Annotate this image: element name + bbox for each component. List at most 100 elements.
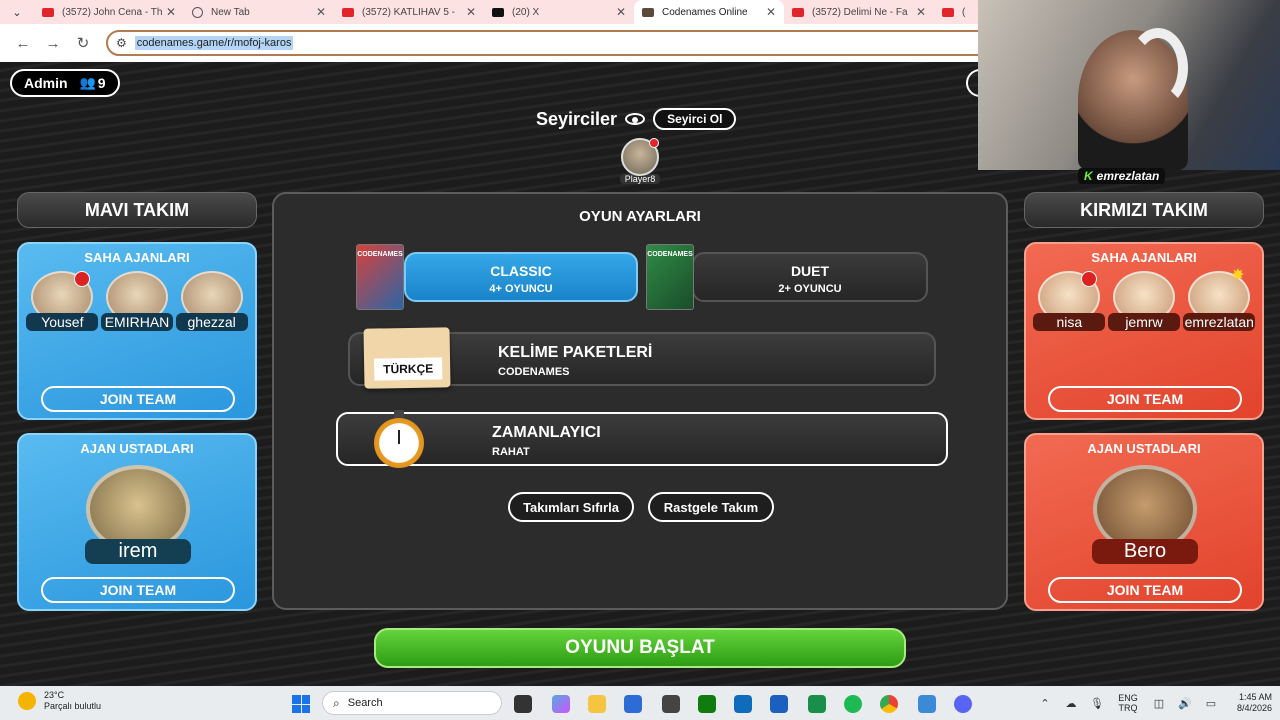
globe-icon bbox=[192, 6, 203, 18]
windows-start-icon[interactable] bbox=[292, 695, 310, 713]
close-icon[interactable]: ✕ bbox=[916, 5, 926, 19]
mode-sub: 4+ OYUNCU bbox=[489, 283, 553, 295]
operatives-list: Yousef EMIRHAN ghezzal bbox=[19, 271, 255, 331]
player-name: emrezlatan bbox=[1182, 313, 1255, 331]
weather-widget[interactable]: 23°C Parçalı bulutlu bbox=[18, 690, 101, 712]
forward-arrow-icon[interactable]: → bbox=[38, 35, 68, 52]
list-item: ghezzal bbox=[175, 271, 248, 331]
tab-search-chevron-icon[interactable]: ⌄ bbox=[0, 0, 34, 24]
close-icon[interactable]: ✕ bbox=[466, 5, 476, 19]
app-icon[interactable] bbox=[662, 695, 680, 713]
outlook-icon[interactable] bbox=[734, 695, 752, 713]
clock-time: 1:45 AM bbox=[1238, 692, 1272, 702]
browser-tab-active[interactable]: Codenames Online ✕ bbox=[634, 0, 784, 24]
close-icon[interactable]: ✕ bbox=[166, 5, 176, 19]
random-teams-button[interactable]: Rastgele Takım bbox=[648, 492, 774, 522]
browser-tab[interactable]: (3 bbox=[934, 0, 974, 24]
lang-top: ENG bbox=[1118, 693, 1138, 703]
game-settings-panel: OYUN AYARLARI CLASSIC 4+ OYUNCU CODENAME… bbox=[272, 192, 1008, 610]
close-icon[interactable]: ✕ bbox=[766, 5, 776, 19]
word-packs-row[interactable]: TÜRKÇE KELİME PAKETLERİ CODENAMES bbox=[348, 327, 936, 389]
search-icon: ⌕ bbox=[333, 695, 340, 710]
mode-classic-button[interactable]: CLASSIC 4+ OYUNCU bbox=[404, 252, 638, 302]
browser-tab[interactable]: (3572) John Cena - Th ✕ bbox=[34, 0, 184, 24]
volume-icon[interactable]: 🔊 bbox=[1172, 697, 1198, 710]
tab-title: (3572) Delimi Ne - Fa bbox=[812, 6, 908, 18]
browser-tab[interactable]: (3572) Delimi Ne - Fa ✕ bbox=[784, 0, 934, 24]
discord-icon[interactable] bbox=[954, 695, 972, 713]
language-indicator[interactable]: ENG TRQ bbox=[1110, 693, 1146, 713]
word-packs-title: KELİME PAKETLERİ bbox=[498, 344, 653, 361]
chrome-icon[interactable] bbox=[880, 695, 898, 713]
browser-tab[interactable]: (3572) KATLIHAV 5 - ✕ bbox=[334, 0, 484, 24]
list-item: EMIRHAN bbox=[100, 271, 173, 331]
mode-duet-button[interactable]: DUET 2+ OYUNCU bbox=[692, 252, 928, 302]
streamer-tag: Kemrezlatan bbox=[1078, 168, 1166, 184]
list-item: nisa bbox=[1033, 271, 1106, 331]
blue-spymasters-card: AJAN USTADLARI irem JOIN TEAM bbox=[17, 433, 257, 611]
store-icon[interactable] bbox=[624, 695, 642, 713]
become-spectator-button[interactable]: Seyirci Ol bbox=[653, 108, 737, 130]
battery-icon[interactable]: ▭ bbox=[1198, 697, 1224, 710]
reload-icon[interactable]: ↻ bbox=[68, 34, 98, 52]
join-team-button[interactable]: JOIN TEAM bbox=[41, 386, 235, 412]
settings-title: OYUN AYARLARI bbox=[579, 208, 701, 225]
box-text: CODENAMES bbox=[357, 251, 403, 258]
browser-tab[interactable]: New Tab ✕ bbox=[184, 0, 334, 24]
copilot-icon[interactable] bbox=[552, 695, 570, 713]
tab-title: (3572) John Cena - Th bbox=[62, 6, 162, 18]
chevron-up-icon[interactable]: ⌃ bbox=[1032, 697, 1058, 710]
address-bar[interactable]: ⚙ codenames.game/r/mofoj-karos bbox=[106, 30, 1066, 56]
tab-title: New Tab bbox=[211, 6, 250, 18]
editor-icon[interactable] bbox=[770, 695, 788, 713]
wifi-icon[interactable]: ◫ bbox=[1146, 697, 1172, 710]
red-spymasters-card: AJAN USTADLARI Bero JOIN TEAM bbox=[1024, 433, 1264, 611]
close-icon[interactable]: ✕ bbox=[616, 5, 626, 19]
join-team-button[interactable]: JOIN TEAM bbox=[1048, 386, 1242, 412]
spymasters-title: AJAN USTADLARI bbox=[1087, 441, 1201, 456]
avatar bbox=[621, 138, 659, 176]
settings-app-icon[interactable] bbox=[918, 695, 936, 713]
headset-shape bbox=[1128, 28, 1188, 108]
weather-icon bbox=[18, 692, 36, 710]
red-operatives-card: SAHA AJANLARI nisa jemrw ✸ emrezlatan JOI… bbox=[1024, 242, 1264, 420]
player-name: EMIRHAN bbox=[100, 313, 173, 331]
timer-row[interactable]: ZAMANLAYICI RAHAT bbox=[336, 410, 948, 468]
back-arrow-icon[interactable]: ← bbox=[8, 35, 38, 52]
microphone-icon[interactable]: 🎙 bbox=[1084, 697, 1110, 710]
site-settings-icon[interactable]: ⚙ bbox=[116, 36, 127, 50]
reset-teams-button[interactable]: Takımları Sıfırla bbox=[508, 492, 634, 522]
close-icon[interactable]: ✕ bbox=[316, 5, 326, 19]
admin-label: Admin bbox=[24, 75, 68, 91]
operatives-title: SAHA AJANLARI bbox=[84, 250, 190, 265]
clock[interactable]: 1:45 AM 8/4/2026 bbox=[1224, 692, 1280, 714]
lang-bottom: TRQ bbox=[1118, 703, 1138, 713]
task-view-icon[interactable] bbox=[514, 695, 532, 713]
webcam-overlay bbox=[978, 0, 1280, 170]
spotify-icon[interactable] bbox=[844, 695, 862, 713]
player-name: nisa bbox=[1033, 313, 1106, 331]
join-team-button[interactable]: JOIN TEAM bbox=[1048, 577, 1242, 603]
star-icon: ✸ bbox=[1231, 267, 1245, 284]
admin-pill[interactable]: Admin 👥 9 bbox=[10, 69, 120, 97]
xbox-icon[interactable] bbox=[698, 695, 716, 713]
url-text[interactable]: codenames.game/r/mofoj-karos bbox=[134, 36, 294, 50]
join-team-button[interactable]: JOIN TEAM bbox=[41, 577, 235, 603]
chat-icon[interactable] bbox=[808, 695, 826, 713]
start-game-button[interactable]: OYUNU BAŞLAT bbox=[374, 628, 906, 668]
weather-temp: 23°C bbox=[44, 690, 65, 700]
taskbar-search[interactable]: ⌕ Search bbox=[322, 691, 502, 715]
weather-desc: Parçalı bulutlu bbox=[44, 701, 102, 711]
file-explorer-icon[interactable] bbox=[588, 695, 606, 713]
player-name: Yousef bbox=[26, 313, 99, 331]
word-packs-value: CODENAMES bbox=[498, 366, 570, 378]
operatives-list: nisa jemrw ✸ emrezlatan bbox=[1026, 267, 1262, 331]
clock-date: 8/4/2026 bbox=[1236, 703, 1272, 713]
x-icon bbox=[492, 7, 504, 17]
browser-tab[interactable]: (20) X ✕ bbox=[484, 0, 634, 24]
youtube-icon bbox=[342, 7, 354, 17]
network-icon[interactable]: ☁ bbox=[1058, 697, 1084, 710]
blue-operatives-card: SAHA AJANLARI Yousef EMIRHAN ghezzal JOI… bbox=[17, 242, 257, 420]
blue-team-header: MAVI TAKIM bbox=[17, 192, 257, 228]
word-pack-language: TÜRKÇE bbox=[374, 357, 443, 381]
